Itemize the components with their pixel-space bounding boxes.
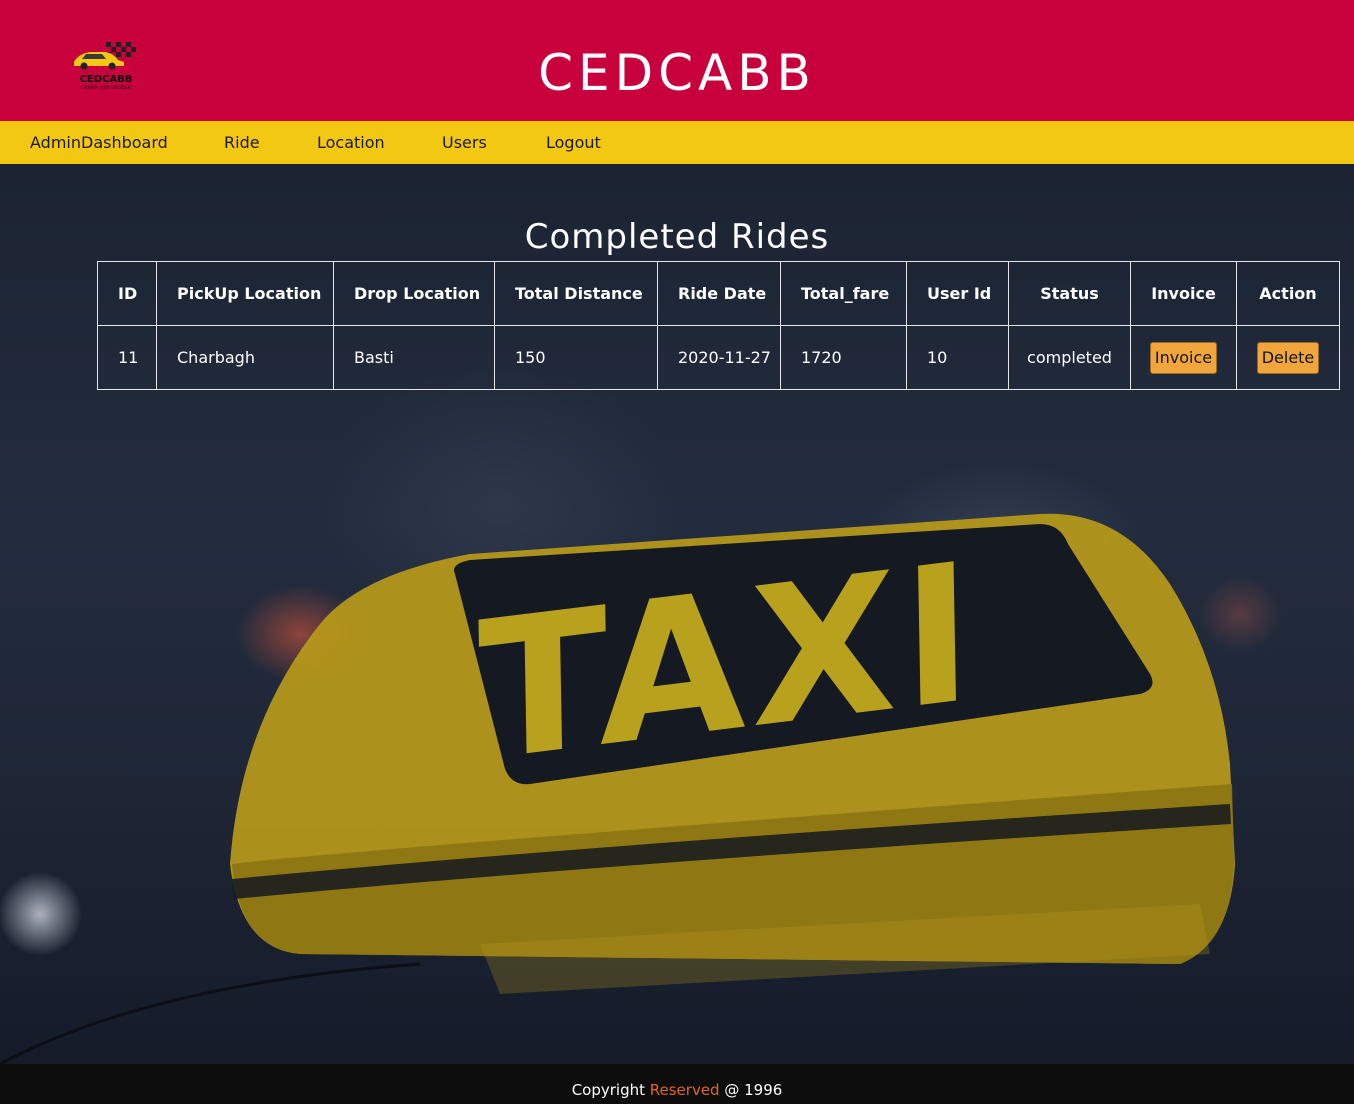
nav-item-admin-dashboard[interactable]: AdminDashboard (30, 121, 168, 164)
column-header-action: Action (1236, 261, 1340, 326)
column-header-id: ID (97, 261, 157, 326)
column-header-status: Status (1008, 261, 1131, 326)
cell-pickup: Charbagh (156, 325, 334, 390)
nav-item-ride[interactable]: Ride (224, 121, 260, 164)
footer-copyright-prefix: Copyright (571, 1081, 650, 1099)
cell-drop: Basti (333, 325, 495, 390)
column-header-distance: Total Distance (494, 261, 658, 326)
table-header-row: ID PickUp Location Drop Location Total D… (97, 261, 1340, 326)
cell-distance: 150 (494, 325, 658, 390)
nav-item-users[interactable]: Users (442, 121, 487, 164)
nav-item-logout[interactable]: Logout (546, 121, 601, 164)
nav-item-location[interactable]: Location (317, 121, 385, 164)
column-header-fare: Total_fare (780, 261, 907, 326)
cell-date: 2020-11-27 (657, 325, 781, 390)
cell-invoice: Invoice (1130, 325, 1237, 390)
footer-reserved-link[interactable]: Reserved (650, 1081, 720, 1099)
column-header-drop: Drop Location (333, 261, 495, 326)
main-nav: AdminDashboard Ride Location Users Logou… (0, 121, 1354, 164)
table-row: 11 Charbagh Basti 150 2020-11-27 1720 10… (97, 325, 1340, 390)
site-header: CEDCABB DRIVER AND DECIDER CEDCABB (0, 0, 1354, 121)
completed-rides-table: ID PickUp Location Drop Location Total D… (97, 261, 1340, 390)
invoice-button[interactable]: Invoice (1149, 341, 1218, 374)
cell-user-id: 10 (906, 325, 1009, 390)
page-title: Completed Rides (524, 217, 830, 257)
cell-id: 11 (97, 325, 157, 390)
cell-status: completed (1008, 325, 1131, 390)
column-header-user-id: User Id (906, 261, 1009, 326)
site-title: CEDCABB (538, 44, 816, 102)
cell-action: Delete (1236, 325, 1340, 390)
site-footer: Copyright Reserved @ 1996 (0, 1064, 1354, 1104)
column-header-pickup: PickUp Location (156, 261, 334, 326)
column-header-date: Ride Date (657, 261, 781, 326)
footer-year: @ 1996 (719, 1081, 783, 1099)
cell-fare: 1720 (780, 325, 907, 390)
column-header-invoice: Invoice (1130, 261, 1237, 326)
delete-button[interactable]: Delete (1256, 341, 1320, 374)
